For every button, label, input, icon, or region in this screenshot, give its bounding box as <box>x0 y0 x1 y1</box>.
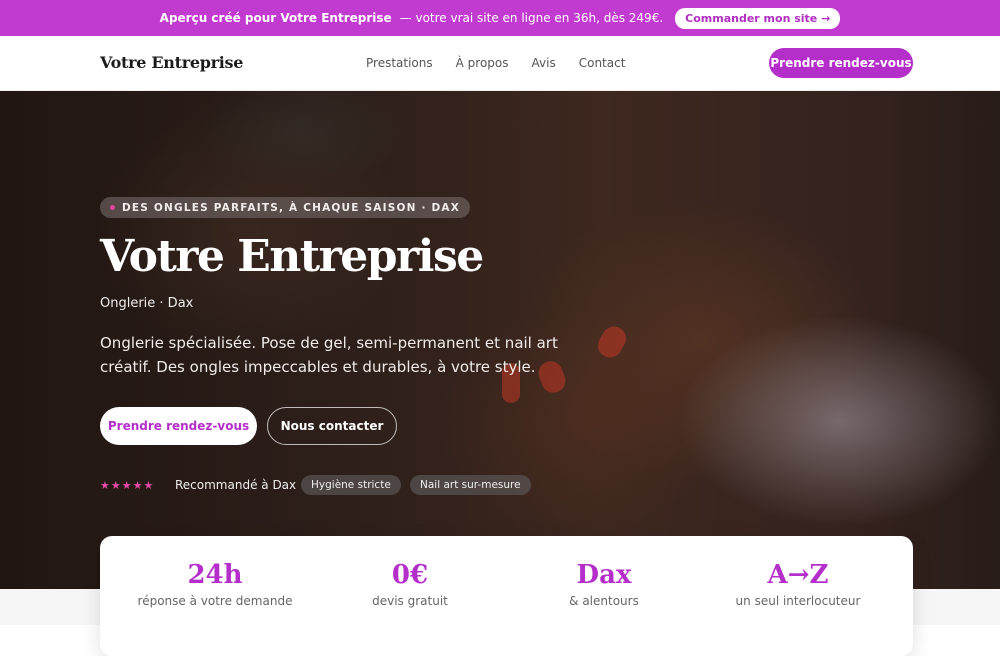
hero-tagline: DES ONGLES PARFAITS, À CHAQUE SAISON · D… <box>100 197 471 218</box>
nav-item-contact[interactable]: Contact <box>579 56 626 70</box>
stat-item: 24h réponse à votre demande <box>120 560 310 608</box>
order-site-button[interactable]: Commander mon site → <box>675 7 841 29</box>
stat-item: 0€ devis gratuit <box>315 560 505 608</box>
hero-title: Votre Entreprise <box>100 231 484 282</box>
nav-item-a-propos[interactable]: À propos <box>456 56 509 70</box>
badge-nail-art: Nail art sur-mesure <box>410 475 531 495</box>
stat-value: Dax <box>576 560 632 590</box>
stat-label: & alentours <box>569 594 639 608</box>
recommended-text: Recommandé à Dax <box>175 478 297 492</box>
stat-value: 24h <box>187 560 243 590</box>
top-navigation: Votre Entreprise Prestations À propos Av… <box>0 36 1000 91</box>
nav-menu: Prestations À propos Avis Contact <box>366 56 625 70</box>
stat-item: A→Z un seul interlocuteur <box>703 560 893 608</box>
stats-card: 24h réponse à votre demande 0€ devis gra… <box>100 536 913 656</box>
stat-label: devis gratuit <box>372 594 448 608</box>
promo-text: — votre vrai site en ligne en 36h, dès 2… <box>399 11 664 25</box>
contact-button[interactable]: Nous contacter <box>267 407 397 445</box>
nav-item-prestations[interactable]: Prestations <box>366 56 433 70</box>
promo-headline: Aperçu créé pour Votre Entreprise <box>159 11 392 25</box>
hero-section: DES ONGLES PARFAITS, À CHAQUE SAISON · D… <box>0 91 1000 589</box>
rating-stars-icon: ★★★★★ <box>100 479 155 492</box>
stat-value: 0€ <box>391 560 429 590</box>
hero-subtitle: Onglerie · Dax <box>100 296 194 311</box>
stat-label: réponse à votre demande <box>137 594 293 608</box>
stat-label: un seul interlocuteur <box>735 594 861 608</box>
book-appointment-button[interactable]: Prendre rendez-vous <box>100 407 257 445</box>
promo-banner: Aperçu créé pour Votre Entreprise — votr… <box>0 0 1000 36</box>
nav-book-button[interactable]: Prendre rendez-vous <box>769 48 913 78</box>
dot-icon <box>110 205 115 210</box>
tagline-text: DES ONGLES PARFAITS, À CHAQUE SAISON · D… <box>122 201 461 214</box>
badge-hygiene: Hygiène stricte <box>301 475 401 495</box>
hero-description: Onglerie spécialisée. Pose de gel, semi-… <box>100 334 558 376</box>
stat-value: A→Z <box>767 560 829 590</box>
stat-item: Dax & alentours <box>509 560 699 608</box>
nav-item-avis[interactable]: Avis <box>532 56 556 70</box>
brand-logo[interactable]: Votre Entreprise <box>100 53 243 72</box>
